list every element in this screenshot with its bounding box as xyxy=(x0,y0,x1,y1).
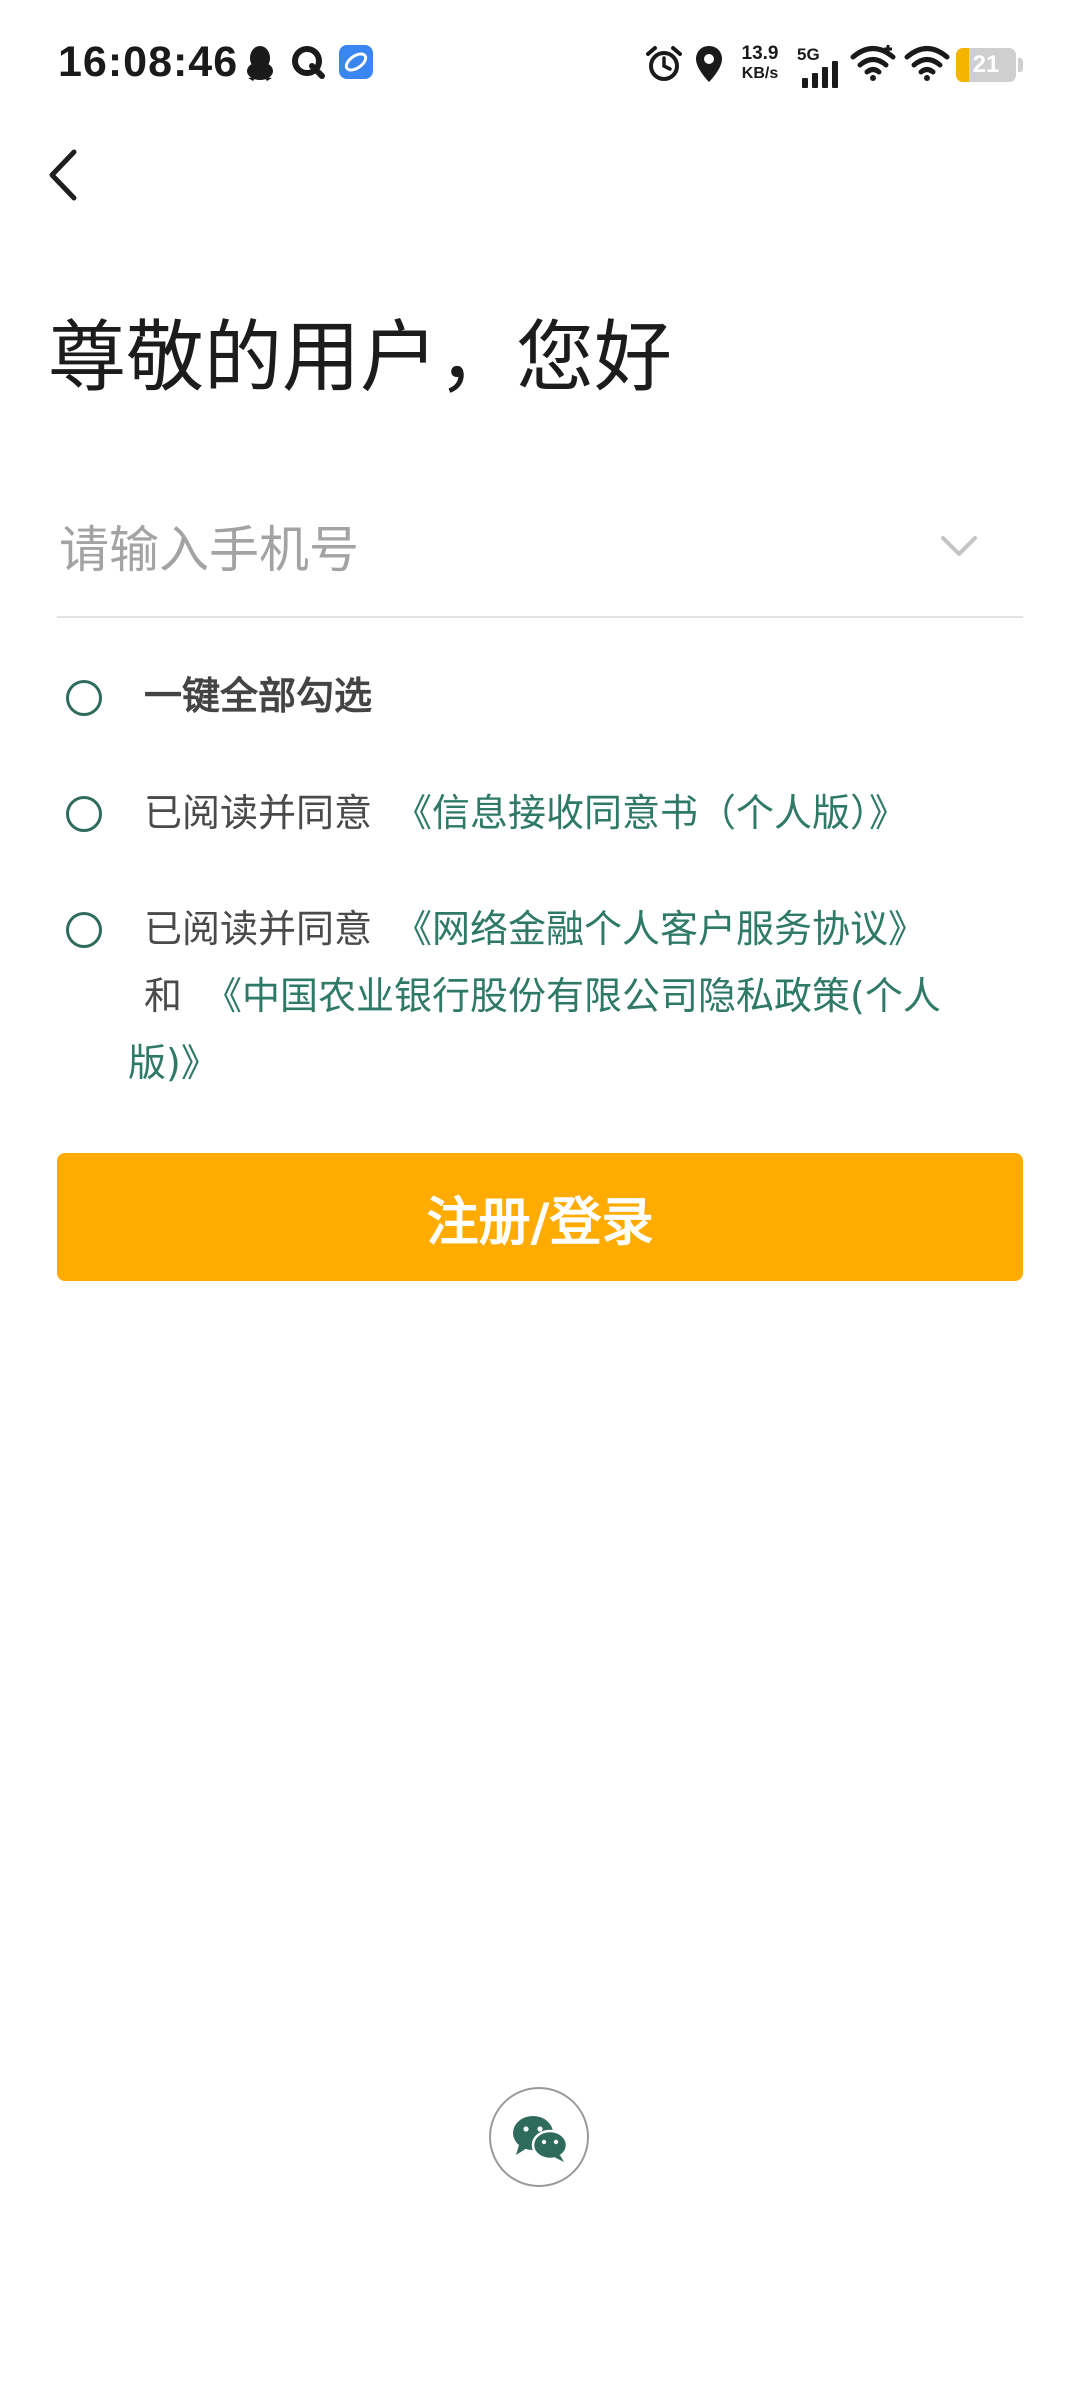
register-login-button[interactable]: 注册/登录 xyxy=(57,1153,1023,1281)
wechat-login-button[interactable] xyxy=(489,2087,589,2187)
page-title: 尊敬的用户，您好 xyxy=(48,313,673,403)
alarm-icon xyxy=(646,46,682,81)
location-icon xyxy=(696,46,722,82)
network-speed-unit: KB/s xyxy=(741,65,779,82)
agreement-conjunction: 和 xyxy=(144,974,183,1018)
network-speed: 13.9 KB/s xyxy=(736,44,784,84)
search-app-icon xyxy=(292,46,325,79)
qq-icon xyxy=(247,46,273,81)
battery-level: 21 xyxy=(972,51,1000,78)
phone-field xyxy=(57,490,1023,618)
select-all-label[interactable]: 一键全部勾选 xyxy=(144,663,372,730)
privacy-policy-link[interactable]: 《中国农业银行股份有限公司隐私政策(个人 xyxy=(204,974,941,1018)
select-all-checkbox[interactable] xyxy=(66,680,102,716)
wechat-icon xyxy=(513,2116,569,2162)
app-icon xyxy=(339,45,373,79)
agreement-text-2: 已阅读并同意 《网络金融个人客户服务协议》 和《中国农业银行股份有限公司隐私政策(… xyxy=(128,896,1044,1097)
agreement-checkbox-2[interactable] xyxy=(66,912,102,948)
phone-input[interactable] xyxy=(57,490,919,610)
back-button[interactable] xyxy=(36,140,96,210)
agreement-prefix: 已阅读并同意 xyxy=(144,791,373,835)
battery-icon: 21 xyxy=(956,48,1016,82)
status-bar: 16:08:46 13.9 KB/s 5G 21 xyxy=(0,0,1080,130)
chevron-down-icon xyxy=(941,536,977,556)
agreement-checkbox-1[interactable] xyxy=(66,796,102,832)
privacy-policy-link-cont[interactable]: 版)》 xyxy=(128,1041,219,1085)
wifi-icon xyxy=(850,45,896,81)
chevron-left-icon xyxy=(49,149,77,201)
phone-history-dropdown[interactable] xyxy=(919,512,999,582)
service-agreement-link[interactable]: 《网络金融个人客户服务协议》 xyxy=(394,907,926,951)
battery-tip xyxy=(1018,58,1023,72)
status-time: 16:08:46 xyxy=(58,38,239,86)
agreement-prefix: 已阅读并同意 xyxy=(144,907,373,951)
agreement-text-1: 已阅读并同意 《信息接收同意书（个人版）》 xyxy=(144,780,907,847)
info-consent-link[interactable]: 《信息接收同意书（个人版）》 xyxy=(394,791,907,835)
wifi-icon xyxy=(904,46,950,81)
signal-icon xyxy=(802,61,838,88)
network-speed-value: 13.9 xyxy=(741,43,779,64)
